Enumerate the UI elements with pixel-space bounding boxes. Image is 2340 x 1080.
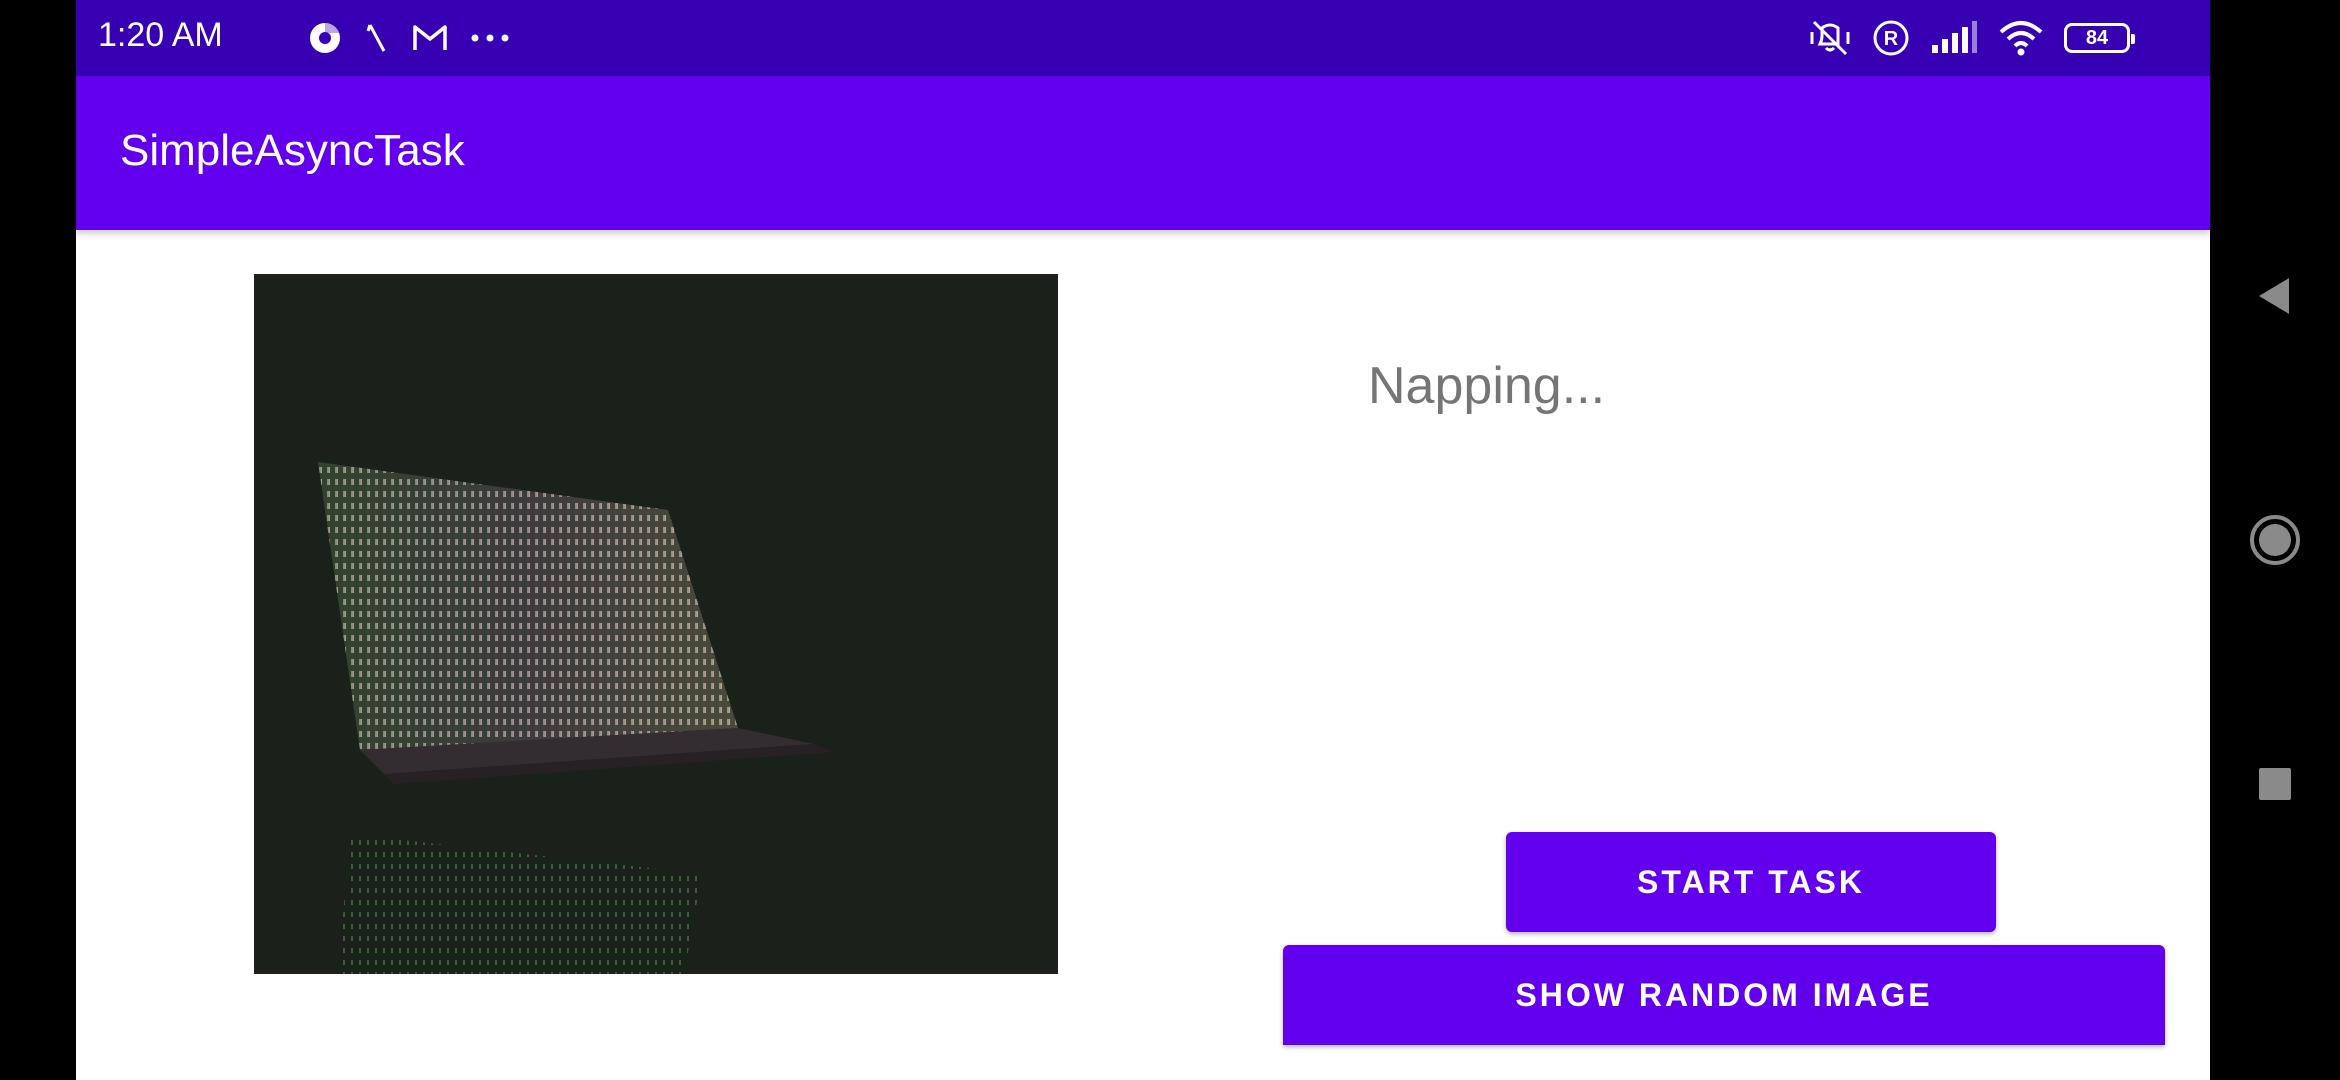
status-bar: 1:20 AM R 84: [76, 0, 2210, 76]
slash-icon: [364, 21, 390, 55]
app-title: SimpleAsyncTask: [120, 126, 465, 175]
app-window: 1:20 AM R 84 SimpleAsyncTask Napping... …: [76, 0, 2210, 1080]
wifi-icon: [1998, 20, 2044, 56]
status-text: Napping...: [1368, 357, 1606, 415]
recents-icon[interactable]: [2210, 724, 2340, 844]
svg-text:R: R: [1884, 28, 1899, 50]
battery-icon: 84: [2064, 23, 2135, 53]
system-status-icons: R 84: [1808, 14, 2135, 62]
home-icon[interactable]: [2210, 480, 2340, 600]
start-task-button[interactable]: START TASK: [1506, 832, 1996, 932]
notification-icons: [308, 18, 510, 58]
show-random-image-button[interactable]: SHOW RANDOM IMAGE: [1283, 945, 2165, 1045]
chrome-icon: [308, 21, 342, 55]
more-dots-icon: [470, 33, 510, 43]
navigation-bar: [2210, 0, 2340, 1080]
vibrate-off-icon: [1808, 18, 1852, 58]
app-bar: SimpleAsyncTask: [76, 76, 2210, 230]
registered-icon: R: [1872, 19, 1910, 57]
status-time: 1:20 AM: [98, 16, 223, 54]
signal-icon: [1930, 21, 1978, 55]
back-icon[interactable]: [2210, 236, 2340, 356]
laptop-matrix-image: [254, 274, 1058, 974]
gmail-icon: [412, 23, 448, 53]
phone-screen: 1:20 AM R 84 SimpleAsyncTask Napping... …: [0, 0, 2340, 1080]
